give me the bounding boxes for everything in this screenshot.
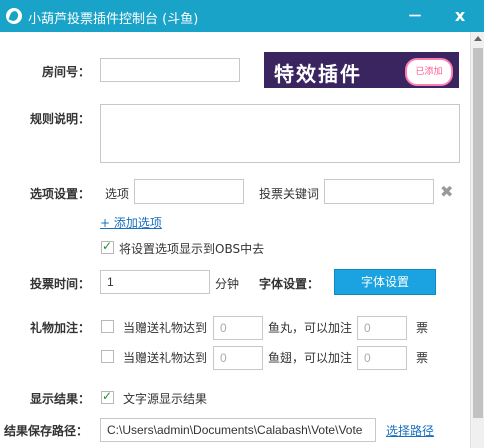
- effects-plugin-banner[interactable]: 特效插件 已添加: [264, 52, 459, 88]
- rules-textarea[interactable]: [100, 104, 460, 163]
- room-label: 房间号：: [42, 65, 91, 79]
- vote-time-label: 投票时间：: [30, 277, 91, 291]
- gift-row-1-mid: 鱼丸，可以加注: [268, 321, 353, 335]
- remove-option-icon[interactable]: ✖: [440, 182, 453, 201]
- gift-row-1-votes-input[interactable]: [357, 316, 407, 340]
- gift-row-2-votes-input[interactable]: [357, 346, 407, 370]
- add-option-link[interactable]: + 添加选项: [100, 214, 162, 231]
- font-settings-button[interactable]: 字体设置: [334, 269, 436, 295]
- result-label: 显示结果：: [30, 392, 91, 406]
- gift-row-1-checkbox[interactable]: [101, 320, 114, 333]
- scroll-up-arrow-icon[interactable]: [474, 36, 482, 41]
- close-button[interactable]: x: [440, 0, 480, 32]
- minimize-button[interactable]: －: [395, 0, 435, 32]
- result-text-source-checkbox[interactable]: [101, 389, 114, 404]
- gift-row-2-mid: 鱼翅，可以加注: [268, 351, 353, 365]
- gift-row-1-suffix: 票: [416, 321, 429, 335]
- room-input[interactable]: [100, 58, 240, 82]
- show-obs-label: 将设置选项显示到OBS中去: [119, 242, 265, 256]
- choose-path-link[interactable]: 选择路径: [386, 422, 434, 439]
- option-input[interactable]: [134, 179, 244, 204]
- banner-text: 特效插件: [274, 62, 362, 86]
- gift-row-2-suffix: 票: [416, 351, 429, 365]
- show-obs-checkbox[interactable]: [101, 239, 114, 254]
- vertical-scrollbar[interactable]: [470, 32, 484, 448]
- app-logo-icon: [6, 8, 22, 24]
- gift-row-2-prefix: 当赠送礼物达到: [123, 351, 208, 365]
- vote-plugin-window: 小葫芦投票插件控制台 (斗鱼) － x 房间号： 特效插件 已添加 规则说明： …: [0, 0, 484, 448]
- vote-time-unit: 分钟: [215, 277, 240, 291]
- option-label: 选项: [105, 187, 130, 201]
- keyword-input[interactable]: [324, 179, 434, 204]
- gift-row-1-prefix: 当赠送礼物达到: [123, 321, 208, 335]
- font-label: 字体设置：: [259, 277, 320, 291]
- settings-panel: 房间号： 特效插件 已添加 规则说明： 选项设置： 选项 投票关键词 ✖ + 添…: [0, 32, 470, 448]
- save-path-label: 结果保存路径：: [4, 424, 89, 438]
- options-label: 选项设置：: [30, 187, 91, 201]
- rules-label: 规则说明：: [30, 112, 91, 126]
- banner-badge: 已添加: [405, 58, 453, 86]
- gift-label: 礼物加注：: [30, 321, 91, 335]
- window-title: 小葫芦投票插件控制台 (斗鱼): [28, 12, 199, 27]
- title-bar: 小葫芦投票插件控制台 (斗鱼) － x: [0, 0, 484, 32]
- gift-row-2-checkbox[interactable]: [101, 350, 114, 363]
- save-path-input[interactable]: [100, 418, 376, 442]
- scroll-thumb[interactable]: [473, 48, 483, 418]
- gift-row-2-count-input[interactable]: [213, 346, 263, 370]
- keyword-label: 投票关键词: [259, 187, 320, 201]
- vote-time-input[interactable]: [100, 270, 210, 294]
- gift-row-1-count-input[interactable]: [213, 316, 263, 340]
- result-text-source-label: 文字源显示结果: [123, 392, 208, 406]
